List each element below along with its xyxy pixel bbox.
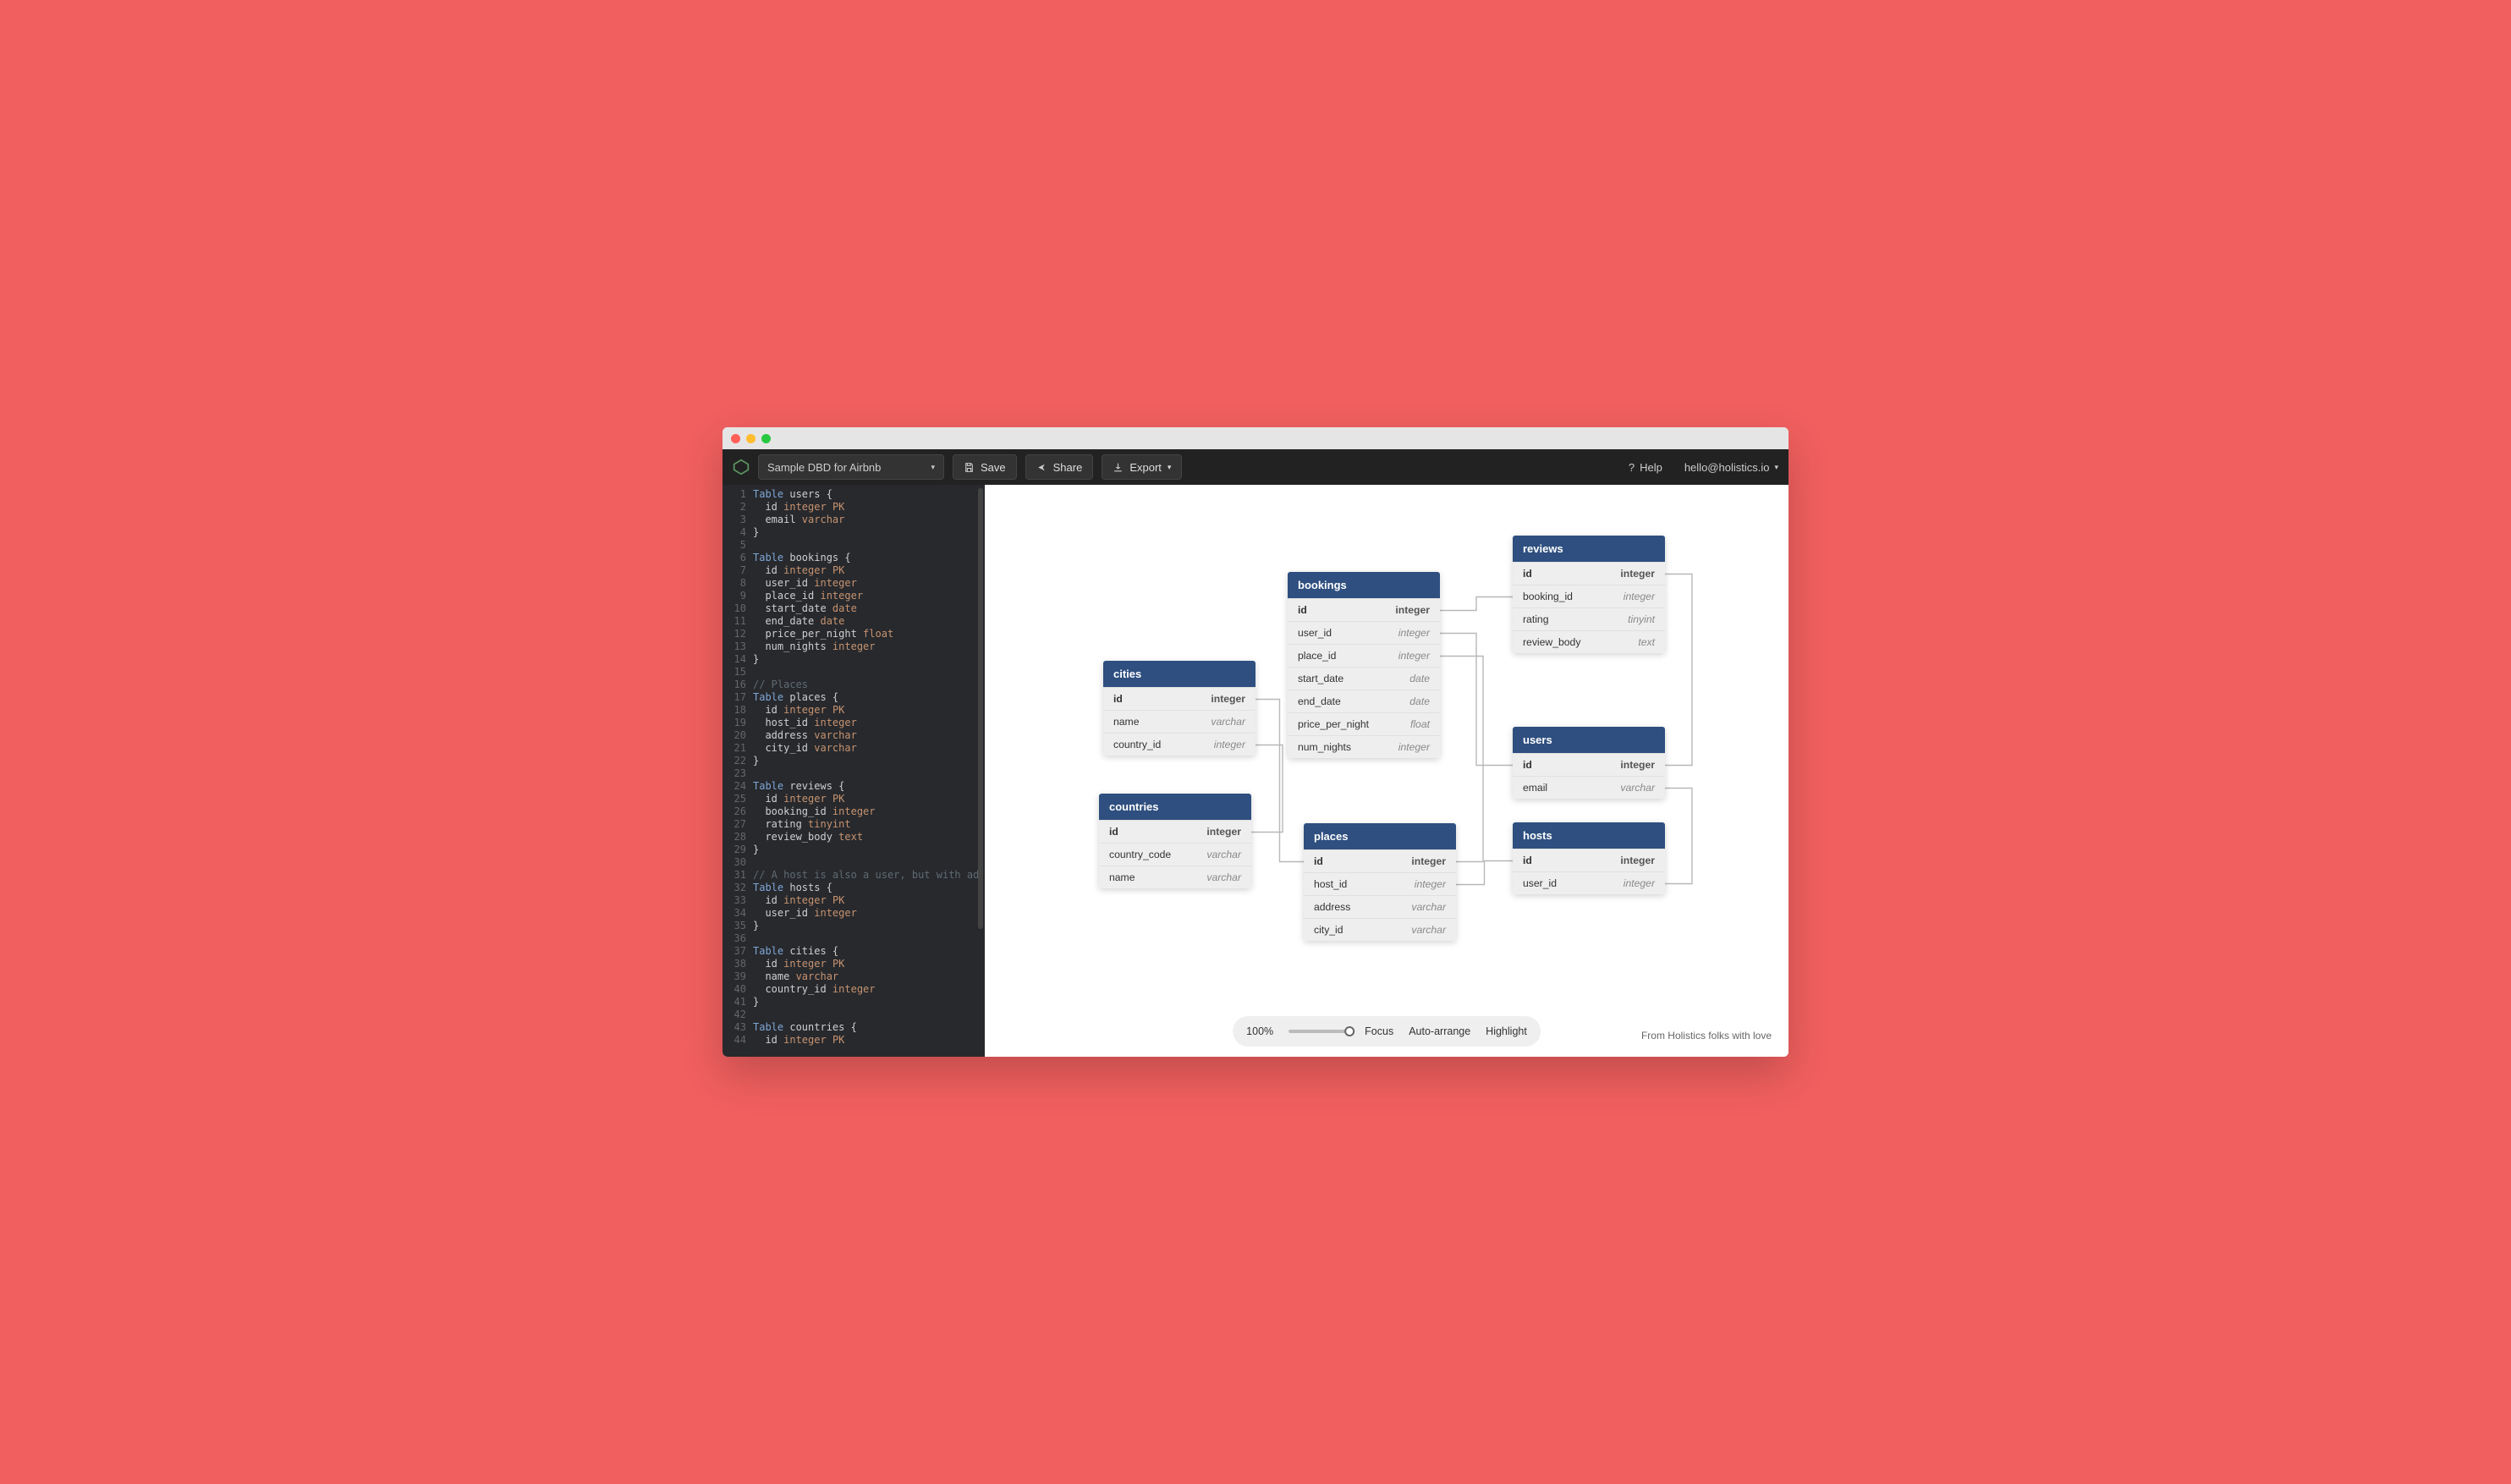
table-column[interactable]: namevarchar — [1103, 710, 1256, 733]
focus-button[interactable]: Focus — [1365, 1025, 1393, 1037]
zoom-slider-knob[interactable] — [1344, 1026, 1354, 1036]
window-close-icon[interactable] — [731, 434, 740, 443]
table-users[interactable]: usersidintegeremailvarchar — [1513, 727, 1665, 799]
table-places[interactable]: placesidintegerhost_idintegeraddressvarc… — [1304, 823, 1456, 941]
export-label: Export — [1129, 461, 1162, 474]
table-column[interactable]: country_idinteger — [1103, 733, 1256, 756]
table-column[interactable]: booking_idinteger — [1513, 585, 1665, 607]
table-column[interactable]: review_bodytext — [1513, 630, 1665, 653]
table-column[interactable]: place_idinteger — [1288, 644, 1440, 667]
table-column[interactable]: start_datedate — [1288, 667, 1440, 690]
window-maximize-icon[interactable] — [761, 434, 771, 443]
table-reviews[interactable]: reviewsidintegerbooking_idintegerratingt… — [1513, 536, 1665, 653]
table-column[interactable]: idinteger — [1288, 598, 1440, 621]
table-header[interactable]: users — [1513, 727, 1665, 753]
relation-edges — [985, 485, 1788, 1057]
canvas-bottom-bar: 100% Focus Auto-arrange Highlight — [1233, 1016, 1541, 1047]
table-column[interactable]: price_per_nightfloat — [1288, 712, 1440, 735]
diagram-canvas[interactable]: 100% Focus Auto-arrange Highlight From H… — [985, 485, 1788, 1057]
help-link[interactable]: ? Help — [1629, 461, 1662, 474]
main: ◀ 12345678910111213141516171819202122232… — [723, 485, 1788, 1057]
highlight-button[interactable]: Highlight — [1486, 1025, 1527, 1037]
table-countries[interactable]: countriesidintegercountry_codevarcharnam… — [1099, 794, 1251, 888]
table-column[interactable]: idinteger — [1099, 820, 1251, 843]
table-column[interactable]: emailvarchar — [1513, 776, 1665, 799]
table-header[interactable]: places — [1304, 823, 1456, 849]
table-column[interactable]: namevarchar — [1099, 866, 1251, 888]
help-label: Help — [1640, 461, 1662, 474]
table-header[interactable]: countries — [1099, 794, 1251, 820]
table-column[interactable]: idinteger — [1513, 562, 1665, 585]
download-icon — [1113, 462, 1124, 473]
share-button[interactable]: Share — [1025, 454, 1094, 480]
table-column[interactable]: addressvarchar — [1304, 895, 1456, 918]
auto-arrange-button[interactable]: Auto-arrange — [1409, 1025, 1470, 1037]
table-column[interactable]: ratingtinyint — [1513, 607, 1665, 630]
account-email: hello@holistics.io — [1684, 461, 1770, 474]
save-icon — [964, 462, 975, 473]
toolbar: Sample DBD for Airbnb ▾ Save Share Expor… — [723, 449, 1788, 485]
table-bookings[interactable]: bookingsidintegeruser_idintegerplace_idi… — [1288, 572, 1440, 758]
table-column[interactable]: idinteger — [1304, 849, 1456, 872]
save-button[interactable]: Save — [953, 454, 1017, 480]
table-column[interactable]: idinteger — [1103, 687, 1256, 710]
table-column[interactable]: host_idinteger — [1304, 872, 1456, 895]
share-label: Share — [1053, 461, 1083, 474]
export-button[interactable]: Export ▾ — [1102, 454, 1182, 480]
save-label: Save — [981, 461, 1006, 474]
zoom-slider[interactable] — [1288, 1030, 1349, 1033]
editor-code[interactable]: Table users { id integer PK email varcha… — [753, 488, 985, 1047]
chevron-down-icon: ▾ — [1774, 463, 1778, 472]
chevron-down-icon: ▾ — [931, 463, 935, 472]
credit-text: From Holistics folks with love — [1641, 1030, 1772, 1042]
window-minimize-icon[interactable] — [746, 434, 755, 443]
table-column[interactable]: idinteger — [1513, 753, 1665, 776]
table-column[interactable]: user_idinteger — [1513, 871, 1665, 894]
table-header[interactable]: reviews — [1513, 536, 1665, 562]
table-column[interactable]: city_idvarchar — [1304, 918, 1456, 941]
table-column[interactable]: idinteger — [1513, 849, 1665, 871]
mac-titlebar — [723, 427, 1788, 449]
share-icon — [1036, 462, 1047, 473]
table-column[interactable]: user_idinteger — [1288, 621, 1440, 644]
code-editor[interactable]: ◀ 12345678910111213141516171819202122232… — [723, 485, 985, 1057]
table-cities[interactable]: citiesidintegernamevarcharcountry_idinte… — [1103, 661, 1256, 756]
editor-gutter: 1234567891011121314151617181920212223242… — [723, 488, 753, 1047]
editor-scrollbar[interactable] — [978, 488, 983, 1053]
table-header[interactable]: hosts — [1513, 822, 1665, 849]
table-column[interactable]: num_nightsinteger — [1288, 735, 1440, 758]
table-header[interactable]: bookings — [1288, 572, 1440, 598]
table-column[interactable]: end_datedate — [1288, 690, 1440, 712]
table-column[interactable]: country_codevarchar — [1099, 843, 1251, 866]
app-logo-icon — [733, 459, 750, 475]
help-icon: ? — [1629, 461, 1635, 474]
app-window: Sample DBD for Airbnb ▾ Save Share Expor… — [723, 427, 1788, 1057]
account-menu[interactable]: hello@holistics.io ▾ — [1684, 461, 1778, 474]
diagram-name-label: Sample DBD for Airbnb — [767, 461, 881, 474]
diagram-name-select[interactable]: Sample DBD for Airbnb ▾ — [758, 454, 944, 480]
table-hosts[interactable]: hostsidintegeruser_idinteger — [1513, 822, 1665, 894]
table-header[interactable]: cities — [1103, 661, 1256, 687]
zoom-level: 100% — [1246, 1025, 1273, 1037]
chevron-down-icon: ▾ — [1168, 463, 1172, 472]
